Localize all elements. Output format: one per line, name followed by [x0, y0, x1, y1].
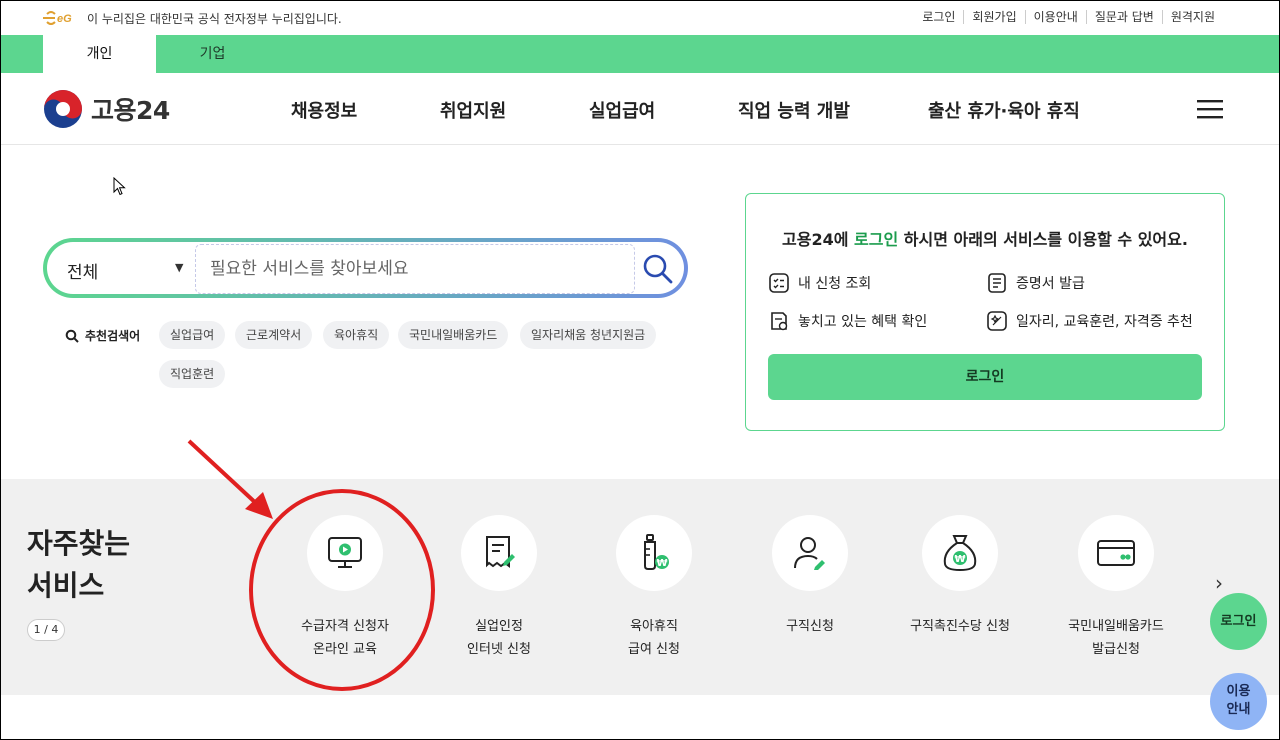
tab-personal[interactable]: 개인 [43, 35, 156, 73]
card-icon [1097, 540, 1135, 566]
keyword-chip[interactable]: 직업훈련 [159, 360, 226, 388]
gov-banner: eG 이 누리집은 대한민국 공식 전자정부 누리집입니다. 로그인 회원가입 … [1, 1, 1279, 35]
search-bar: 전체 ▼ [43, 238, 688, 298]
scope-dropdown-arrow-icon[interactable]: ▼ [175, 261, 183, 274]
login-benefits-card: 고용24에 로그인 하시면 아래의 서비스를 이용할 수 있어요. 내 신청 조… [745, 193, 1225, 431]
search-small-icon [65, 329, 79, 343]
util-guide-link[interactable]: 이용안내 [1024, 10, 1086, 24]
floating-guide-button[interactable]: 이용 안내 [1210, 673, 1267, 730]
service-job-promotion-allowance[interactable]: ₩ 구직촉진수당 신청 [880, 515, 1040, 638]
nav-unemployment-benefit[interactable]: 실업급여 [589, 97, 655, 123]
carousel-pager: 1 / 4 [27, 619, 65, 641]
brand-name: 고용24 [91, 96, 170, 125]
keyword-chip[interactable]: 육아휴직 [323, 321, 390, 349]
gov-notice: 이 누리집은 대한민국 공식 전자정부 누리집입니다. [87, 12, 342, 26]
site-header: 고용24 채용정보 취업지원 실업급여 직업 능력 개발 출산 휴가·육아 휴직 [1, 73, 1279, 145]
hamburger-menu-icon[interactable] [1197, 99, 1223, 119]
nav-employment-support[interactable]: 취업지원 [440, 97, 506, 123]
login-button[interactable]: 로그인 [768, 354, 1202, 400]
service-parental-leave-pay[interactable]: ₩ 육아휴직 급여 신청 [574, 515, 734, 661]
brand-logo[interactable]: 고용24 [43, 89, 170, 129]
baby-bottle-won-icon: ₩ [644, 534, 669, 570]
certificate-icon [988, 273, 1006, 293]
util-signup-link[interactable]: 회원가입 [963, 10, 1024, 24]
nav-jobs[interactable]: 채용정보 [291, 97, 357, 123]
svg-text:eG: eG [57, 13, 72, 25]
keyword-chip[interactable]: 근로계약서 [235, 321, 313, 349]
svg-text:₩: ₩ [954, 554, 965, 565]
audience-tabs: 개인 기업 [1, 35, 1279, 73]
search-input[interactable] [195, 244, 635, 294]
sparkle-box-icon [987, 311, 1007, 331]
monitor-play-icon [328, 537, 362, 568]
service-job-registration[interactable]: 구직신청 [730, 515, 890, 638]
egov-logo-icon: eG [43, 11, 72, 25]
frequent-services-title: 자주찾는 서비스 [27, 527, 131, 602]
util-login-link[interactable]: 로그인 [914, 10, 963, 24]
keyword-chip[interactable]: 국민내일배움카드 [398, 321, 509, 349]
login-highlight: 로그인 [854, 230, 899, 249]
recommended-keywords-label: 추천검색어 [65, 327, 140, 344]
recommendations-item: 일자리, 교육훈련, 자격증 추천 [986, 310, 1193, 332]
person-edit-icon [794, 537, 825, 570]
keyword-chip[interactable]: 실업급여 [159, 321, 226, 349]
checklist-icon [769, 273, 789, 293]
document-check-icon [771, 312, 788, 331]
service-unemployment-certification[interactable]: 실업인정 인터넷 신청 [419, 515, 579, 661]
tab-business[interactable]: 기업 [156, 35, 269, 73]
certificate-item: 증명서 발급 [986, 272, 1085, 294]
floating-login-button[interactable]: 로그인 [1210, 593, 1267, 650]
svg-text:₩: ₩ [656, 558, 667, 569]
service-learning-card[interactable]: 국민내일배움카드 발급신청 [1036, 515, 1196, 661]
nav-parental-leave[interactable]: 출산 휴가·육아 휴직 [928, 97, 1080, 123]
service-online-education[interactable]: 수급자격 신청자 온라인 교육 [265, 515, 425, 661]
nav-skills-development[interactable]: 직업 능력 개발 [738, 97, 850, 123]
carousel-next-icon[interactable]: › [1215, 571, 1223, 595]
search-icon[interactable] [641, 252, 675, 286]
login-card-title: 고용24에 로그인 하시면 아래의 서비스를 이용할 수 있어요. [782, 230, 1188, 249]
keyword-chip[interactable]: 일자리채움 청년지원금 [520, 321, 657, 349]
document-edit-icon [486, 536, 515, 568]
missed-benefits-item: 놓치고 있는 혜택 확인 [768, 310, 927, 332]
frequent-services-section: 자주찾는 서비스 1 / 4 수급자격 신청자 온라인 교육 실업인정 인터넷 … [1, 479, 1279, 695]
money-bag-won-icon: ₩ [943, 535, 977, 572]
util-qna-link[interactable]: 질문과 답변 [1085, 10, 1162, 24]
mouse-cursor-icon [113, 177, 126, 196]
search-scope-select[interactable]: 전체 [67, 258, 98, 283]
my-applications-item: 내 신청 조회 [768, 272, 871, 294]
taegeuk-icon [44, 90, 82, 128]
utility-links: 로그인 회원가입 이용안내 질문과 답변 원격지원 [914, 10, 1223, 24]
util-remote-link[interactable]: 원격지원 [1161, 10, 1223, 24]
